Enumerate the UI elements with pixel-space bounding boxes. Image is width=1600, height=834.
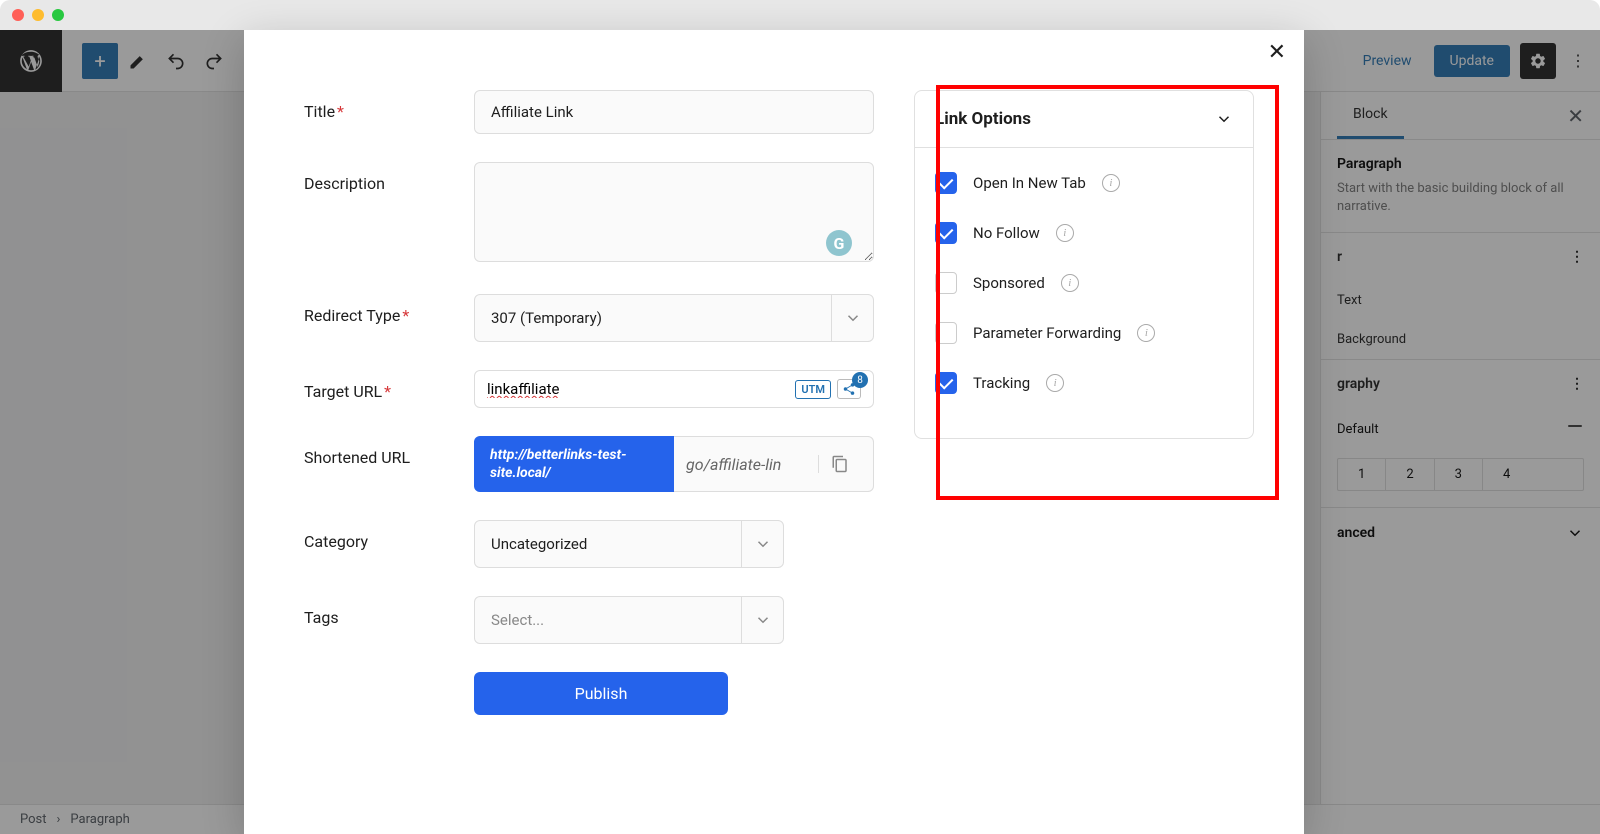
info-icon[interactable]: i [1056,224,1074,242]
label-short-url: Shortened URL [304,436,474,467]
option-label: Open In New Tab [973,174,1086,192]
option-label: No Follow [973,224,1040,242]
publish-button[interactable]: Publish [474,672,728,715]
label-tags: Tags [304,596,474,627]
link-options-section: Link Options Open In New Tab i No Follow… [914,90,1254,743]
grammarly-icon[interactable]: G [826,230,852,256]
target-url-input[interactable] [487,380,795,398]
checkbox[interactable] [935,272,957,294]
info-icon[interactable]: i [1102,174,1120,192]
info-icon[interactable]: i [1061,274,1079,292]
checkbox[interactable] [935,222,957,244]
chevron-down-icon [741,597,783,643]
modal-form: Title* Description G Redirect Type* 307 … [304,90,874,743]
window-chrome [0,0,1600,30]
option-label: Sponsored [973,274,1045,292]
info-icon[interactable]: i [1046,374,1064,392]
traffic-light-close-icon[interactable] [12,9,24,21]
chevron-down-icon [741,521,783,567]
tags-select[interactable]: Select... [474,596,784,644]
label-description: Description [304,162,474,193]
option-label: Tracking [973,374,1030,392]
info-icon[interactable]: i [1137,324,1155,342]
link-option-row: Tracking i [935,358,1233,408]
copy-icon[interactable] [818,455,861,473]
close-modal-icon[interactable]: ✕ [1268,40,1286,65]
share-count-badge: 8 [852,372,868,388]
link-option-row: Open In New Tab i [935,158,1233,208]
traffic-light-maximize-icon[interactable] [52,9,64,21]
utm-badge[interactable]: UTM [795,380,831,399]
link-option-row: No Follow i [935,208,1233,258]
chevron-down-icon [1215,110,1233,128]
description-textarea[interactable] [474,162,874,262]
label-title: Title* [304,90,474,121]
category-select[interactable]: Uncategorized [474,520,784,568]
checkbox[interactable] [935,322,957,344]
label-category: Category [304,520,474,551]
link-options-header[interactable]: Link Options [915,91,1253,148]
short-url-base: http://betterlinks-test-site.local/ [474,436,674,492]
link-editor-modal: ✕ Title* Description G Redirect Type* [244,30,1304,834]
link-option-row: Sponsored i [935,258,1233,308]
social-share-icon[interactable]: 8 [837,379,861,399]
redirect-type-select[interactable]: 307 (Temporary) [474,294,874,342]
checkbox[interactable] [935,372,957,394]
chevron-down-icon [831,295,873,341]
checkbox[interactable] [935,172,957,194]
title-input[interactable] [474,90,874,134]
short-url-slug[interactable]: go/affiliate-lin [674,436,874,492]
link-option-row: Parameter Forwarding i [935,308,1233,358]
traffic-light-minimize-icon[interactable] [32,9,44,21]
option-label: Parameter Forwarding [973,324,1121,342]
label-redirect: Redirect Type* [304,294,474,325]
label-target-url: Target URL* [304,370,474,401]
